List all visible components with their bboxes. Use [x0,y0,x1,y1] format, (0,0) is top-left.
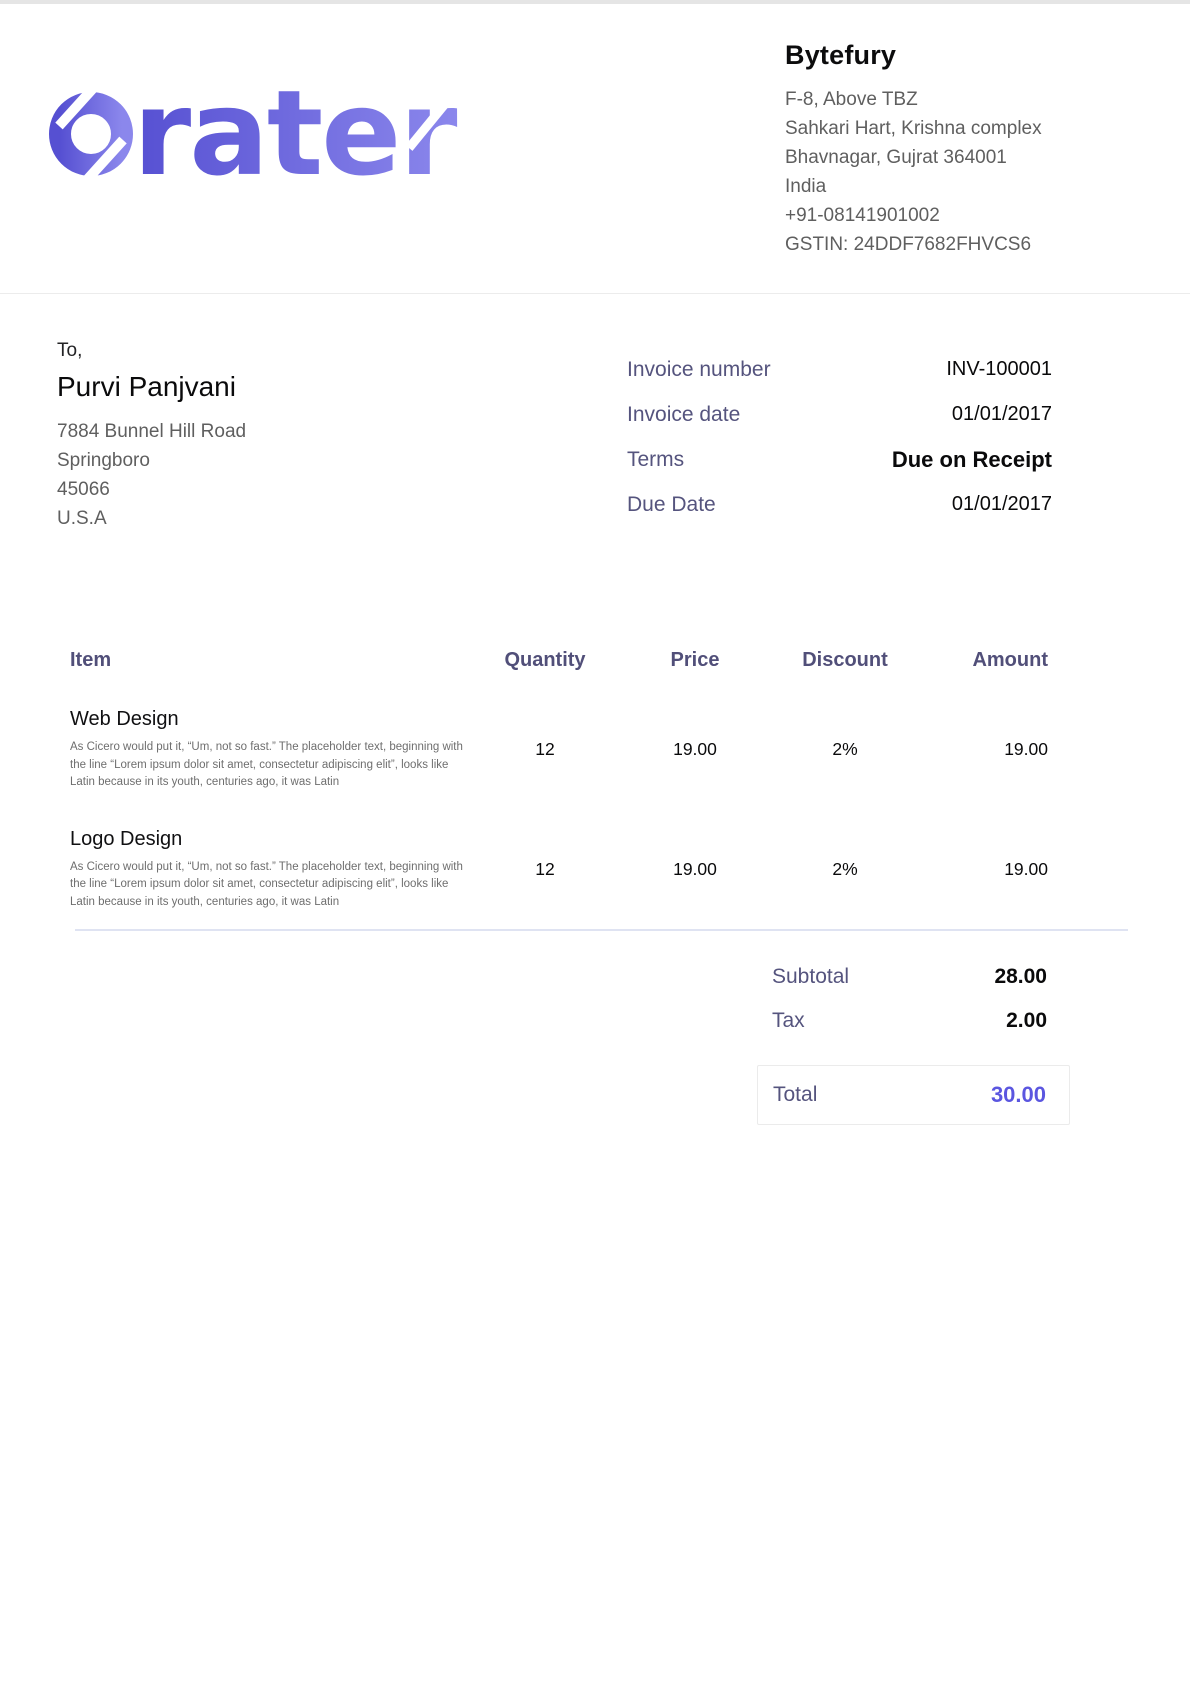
header-amount: Amount [920,649,1048,672]
terms-value: Due on Receipt [892,447,1052,473]
due-date-row: Due Date 01/01/2017 [627,482,1052,527]
invoice-number-label: Invoice number [627,358,771,382]
subtotal-row: Subtotal 28.00 [757,955,1070,999]
invoice-date-label: Invoice date [627,403,740,427]
company-gstin: GSTIN: 24DDF7682FHVCS6 [785,230,1115,259]
item-amount: 19.00 [920,859,1048,880]
terms-row: Terms Due on Receipt [627,437,1052,482]
invoice-date-value: 01/01/2017 [952,403,1052,426]
tax-label: Tax [772,1009,805,1033]
subtotal-value: 28.00 [994,965,1047,989]
header-quantity: Quantity [470,649,620,672]
terms-label: Terms [627,448,684,472]
item-title: Logo Design [70,828,470,851]
item-description: As Cicero would put it, “Um, not so fast… [70,739,470,792]
total-label: Total [773,1083,817,1107]
invoice-number-row: Invoice number INV-100001 [627,347,1052,392]
table-row: Web Design As Cicero would put it, “Um, … [70,708,1048,792]
items-table-header: Item Quantity Price Discount Amount [70,649,1048,672]
customer-address-line: U.S.A [57,504,477,533]
items-table: Item Quantity Price Discount Amount Web … [70,649,1048,911]
item-amount: 19.00 [920,739,1048,760]
total-box: Total 30.00 [757,1065,1070,1125]
company-phone: +91-08141901002 [785,201,1115,230]
company-address-line: India [785,172,1115,201]
due-date-label: Due Date [627,493,716,517]
item-discount: 2% [770,859,920,880]
customer-address-line: 45066 [57,475,477,504]
due-date-value: 01/01/2017 [952,493,1052,516]
company-address-line: Bhavnagar, Gujrat 364001 [785,143,1115,172]
customer-name: Purvi Panjvani [57,371,477,403]
logo-wordmark-tail: rater [133,70,457,196]
item-quantity: 12 [470,859,620,880]
invoice-header: rater Bytefury F-8, Above TBZ Sahkari Ha… [0,4,1190,294]
company-name: Bytefury [785,40,1115,71]
item-quantity: 12 [470,739,620,760]
crater-logo: rater [45,70,495,201]
invoice-date-row: Invoice date 01/01/2017 [627,392,1052,437]
item-title: Web Design [70,708,470,731]
invoice-number-value: INV-100001 [946,358,1052,381]
totals-block: Subtotal 28.00 Tax 2.00 Total 30.00 [757,955,1070,1125]
item-description: As Cicero would put it, “Um, not so fast… [70,859,470,912]
item-discount: 2% [770,739,920,760]
invoice-page: rater Bytefury F-8, Above TBZ Sahkari Ha… [0,0,1190,1684]
item-cell: Web Design As Cicero would put it, “Um, … [70,708,470,792]
item-price: 19.00 [620,859,770,880]
customer-address-line: 7884 Bunnel Hill Road [57,417,477,446]
crater-logo-icon: rater [45,70,495,196]
total-value: 30.00 [991,1082,1046,1108]
item-cell: Logo Design As Cicero would put it, “Um,… [70,828,470,912]
header-item: Item [70,649,470,672]
invoice-meta: Invoice number INV-100001 Invoice date 0… [627,347,1052,527]
tax-value: 2.00 [1006,1009,1047,1033]
company-block: Bytefury F-8, Above TBZ Sahkari Hart, Kr… [785,40,1115,259]
company-address-line: F-8, Above TBZ [785,85,1115,114]
customer-address-line: Springboro [57,446,477,475]
table-row: Logo Design As Cicero would put it, “Um,… [70,828,1048,912]
subtotal-label: Subtotal [772,965,849,989]
item-price: 19.00 [620,739,770,760]
table-bottom-divider [75,929,1128,931]
header-price: Price [620,649,770,672]
bill-to-heading: To, [57,340,477,362]
header-discount: Discount [770,649,920,672]
company-address-line: Sahkari Hart, Krishna complex [785,114,1115,143]
bill-to-block: To, Purvi Panjvani 7884 Bunnel Hill Road… [57,340,477,533]
tax-row: Tax 2.00 [757,999,1070,1043]
